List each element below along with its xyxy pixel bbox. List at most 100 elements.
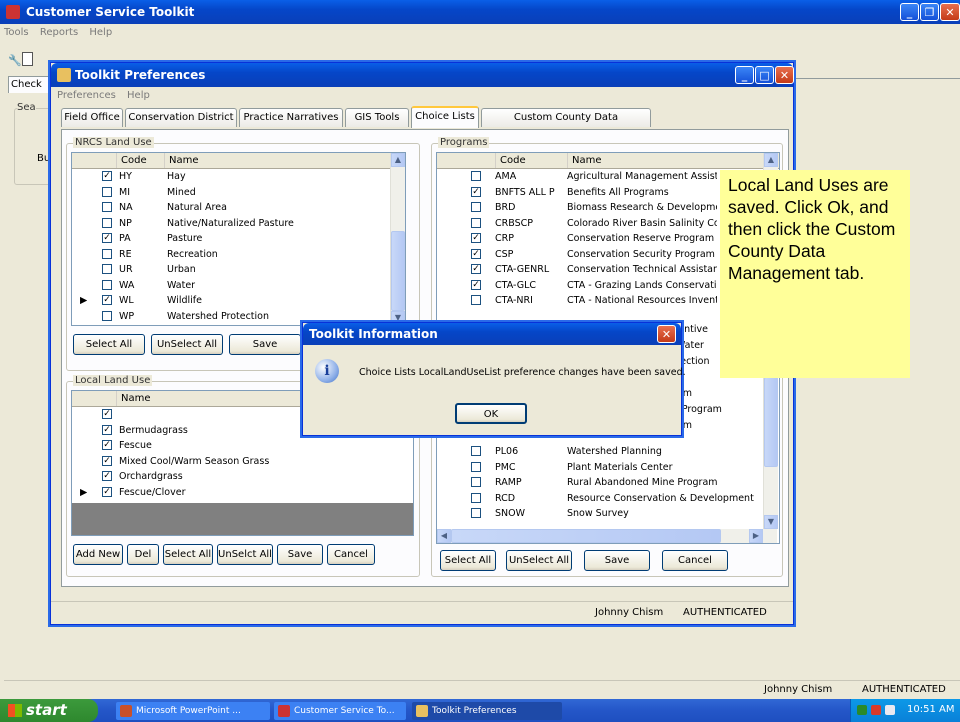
nrcs-row[interactable]: ▶ ✓ WL Wildlife — [72, 294, 405, 307]
nrcs-checkbox[interactable] — [102, 310, 112, 321]
tab-gis-tools[interactable]: GIS Tools — [345, 108, 409, 127]
main-button-partial[interactable]: Bu — [37, 153, 50, 164]
tab-conservation-district[interactable]: Conservation District — [125, 108, 237, 127]
tab-custom-county-data-management[interactable]: Custom County Data Management — [481, 108, 651, 141]
nrcs-row[interactable]: UR Urban — [72, 263, 405, 276]
programs-cancel-button[interactable]: Cancel — [662, 550, 728, 571]
close-button[interactable]: ✕ — [940, 3, 960, 21]
local-row[interactable]: ✓ Mixed Cool/Warm Season Grass — [72, 455, 413, 468]
local-save-button[interactable]: Save — [277, 544, 323, 565]
program-checkbox[interactable] — [471, 217, 481, 228]
program-checkbox[interactable] — [471, 461, 481, 472]
tray-clock[interactable]: 10:51 AM — [907, 704, 954, 715]
taskbar-item-powerpoint[interactable]: Microsoft PowerPoint ... — [116, 702, 270, 720]
nrcs-checkbox[interactable] — [102, 186, 112, 197]
local-cancel-button[interactable]: Cancel — [327, 544, 375, 565]
main-tab-check[interactable]: Check — [8, 76, 54, 93]
nrcs-checkbox[interactable]: ✓ — [102, 295, 112, 305]
local-checkbox[interactable]: ✓ — [102, 424, 112, 435]
menu-help[interactable]: Help — [89, 27, 112, 38]
nrcs-select-all-button[interactable]: Select All — [73, 334, 145, 355]
local-row[interactable]: ▶ ✓ Fescue/Clover — [72, 486, 413, 499]
nrcs-header-name[interactable]: Name — [164, 153, 390, 168]
programs-scroll-left-icon[interactable]: ◀ — [437, 529, 451, 543]
minimize-button[interactable]: _ — [900, 3, 919, 21]
nrcs-save-button[interactable]: Save — [229, 334, 301, 355]
nrcs-unselect-all-button[interactable]: UnSelect All — [151, 334, 223, 355]
program-row[interactable]: PMC Plant Materials Center — [437, 461, 779, 474]
tab-practice-narratives[interactable]: Practice Narratives — [239, 108, 343, 127]
nrcs-land-use-grid[interactable]: Code Name ✓ HY Hay MI Mined NA Natural Area NP N… — [71, 152, 406, 326]
maximize-button[interactable]: ❐ — [920, 3, 939, 21]
program-checkbox[interactable] — [471, 202, 481, 212]
local-unselect-all-button[interactable]: UnSelct All — [217, 544, 273, 565]
nrcs-checkbox[interactable] — [102, 248, 112, 259]
program-checkbox[interactable] — [471, 171, 481, 181]
program-checkbox[interactable] — [471, 492, 481, 503]
programs-scroll-right-icon[interactable]: ▶ — [749, 529, 763, 543]
nrcs-checkbox[interactable]: ✓ — [102, 171, 112, 181]
program-checkbox[interactable] — [471, 508, 481, 518]
tab-field-office[interactable]: Field Office — [61, 108, 123, 127]
nrcs-row[interactable]: NP Native/Naturalized Pasture — [72, 217, 405, 230]
wrench-icon[interactable]: 🔧 — [8, 54, 22, 67]
prefs-minimize-button[interactable]: _ — [735, 66, 754, 84]
local-checkbox[interactable]: ✓ — [102, 471, 112, 481]
nrcs-checkbox[interactable]: ✓ — [102, 233, 112, 243]
program-row[interactable]: PL06 Watershed Planning — [437, 445, 779, 458]
program-checkbox[interactable] — [471, 295, 481, 305]
nrcs-row[interactable]: WP Watershed Protection — [72, 310, 405, 323]
dialog-close-button[interactable]: ✕ — [657, 325, 676, 343]
program-checkbox[interactable]: ✓ — [471, 264, 481, 274]
program-checkbox[interactable] — [471, 446, 481, 456]
programs-save-button[interactable]: Save — [584, 550, 650, 571]
menu-tools[interactable]: Tools — [4, 27, 29, 38]
menu-reports[interactable]: Reports — [40, 27, 78, 38]
local-checkbox[interactable]: ✓ — [102, 440, 112, 450]
tray-volume-icon[interactable] — [885, 705, 895, 715]
tray-network-icon[interactable] — [857, 705, 867, 715]
nrcs-scroll-up-icon[interactable]: ▲ — [391, 153, 405, 167]
nrcs-row[interactable]: RE Recreation — [72, 248, 405, 261]
programs-select-all-button[interactable]: Select All — [440, 550, 496, 571]
prefs-close-button[interactable]: ✕ — [775, 66, 794, 84]
local-select-all-button[interactable]: Select All — [163, 544, 213, 565]
program-checkbox[interactable]: ✓ — [471, 248, 481, 259]
programs-header-name[interactable]: Name — [567, 153, 763, 168]
local-del-button[interactable]: Del — [127, 544, 159, 565]
nrcs-row[interactable]: ✓ HY Hay — [72, 170, 405, 183]
nrcs-checkbox[interactable] — [102, 202, 112, 212]
programs-horizontal-scrollbar[interactable]: ◀ ▶ — [437, 529, 777, 543]
nrcs-row[interactable]: WA Water — [72, 279, 405, 292]
local-checkbox[interactable]: ✓ — [102, 409, 112, 419]
nrcs-scroll-thumb[interactable] — [391, 231, 405, 311]
program-checkbox[interactable] — [471, 477, 481, 487]
programs-hscroll-thumb[interactable] — [451, 529, 721, 543]
dialog-ok-button[interactable]: OK — [455, 403, 527, 424]
nrcs-checkbox[interactable] — [102, 279, 112, 290]
new-document-icon[interactable] — [22, 52, 33, 66]
prefs-maximize-button[interactable]: □ — [755, 66, 774, 84]
tab-choice-lists[interactable]: Choice Lists — [411, 106, 479, 128]
programs-header-code[interactable]: Code — [495, 153, 567, 168]
local-row[interactable]: ✓ Fescue — [72, 439, 413, 452]
local-add-new-button[interactable]: Add New — [73, 544, 123, 565]
nrcs-vertical-scrollbar[interactable]: ▲ ▼ — [390, 153, 405, 325]
program-checkbox[interactable]: ✓ — [471, 233, 481, 243]
programs-scroll-thumb[interactable] — [764, 377, 778, 467]
program-row[interactable]: RAMP Rural Abandoned Mine Program — [437, 476, 779, 489]
nrcs-row[interactable]: MI Mined — [72, 186, 405, 199]
tray-shield-icon[interactable] — [871, 705, 881, 715]
nrcs-checkbox[interactable] — [102, 217, 112, 228]
nrcs-header-code[interactable]: Code — [116, 153, 164, 168]
local-checkbox[interactable]: ✓ — [102, 455, 112, 466]
local-row[interactable]: ✓ Orchardgrass — [72, 470, 413, 483]
nrcs-row[interactable]: ✓ PA Pasture — [72, 232, 405, 245]
program-row[interactable]: SNOW Snow Survey — [437, 507, 779, 520]
program-row[interactable]: RCD Resource Conservation & Development — [437, 492, 779, 505]
programs-scroll-down-icon[interactable]: ▼ — [764, 515, 778, 529]
programs-unselect-all-button[interactable]: UnSelect All — [506, 550, 572, 571]
program-checkbox[interactable]: ✓ — [471, 279, 481, 290]
start-button[interactable]: start — [0, 699, 98, 722]
menu-prefs-help[interactable]: Help — [127, 90, 150, 101]
